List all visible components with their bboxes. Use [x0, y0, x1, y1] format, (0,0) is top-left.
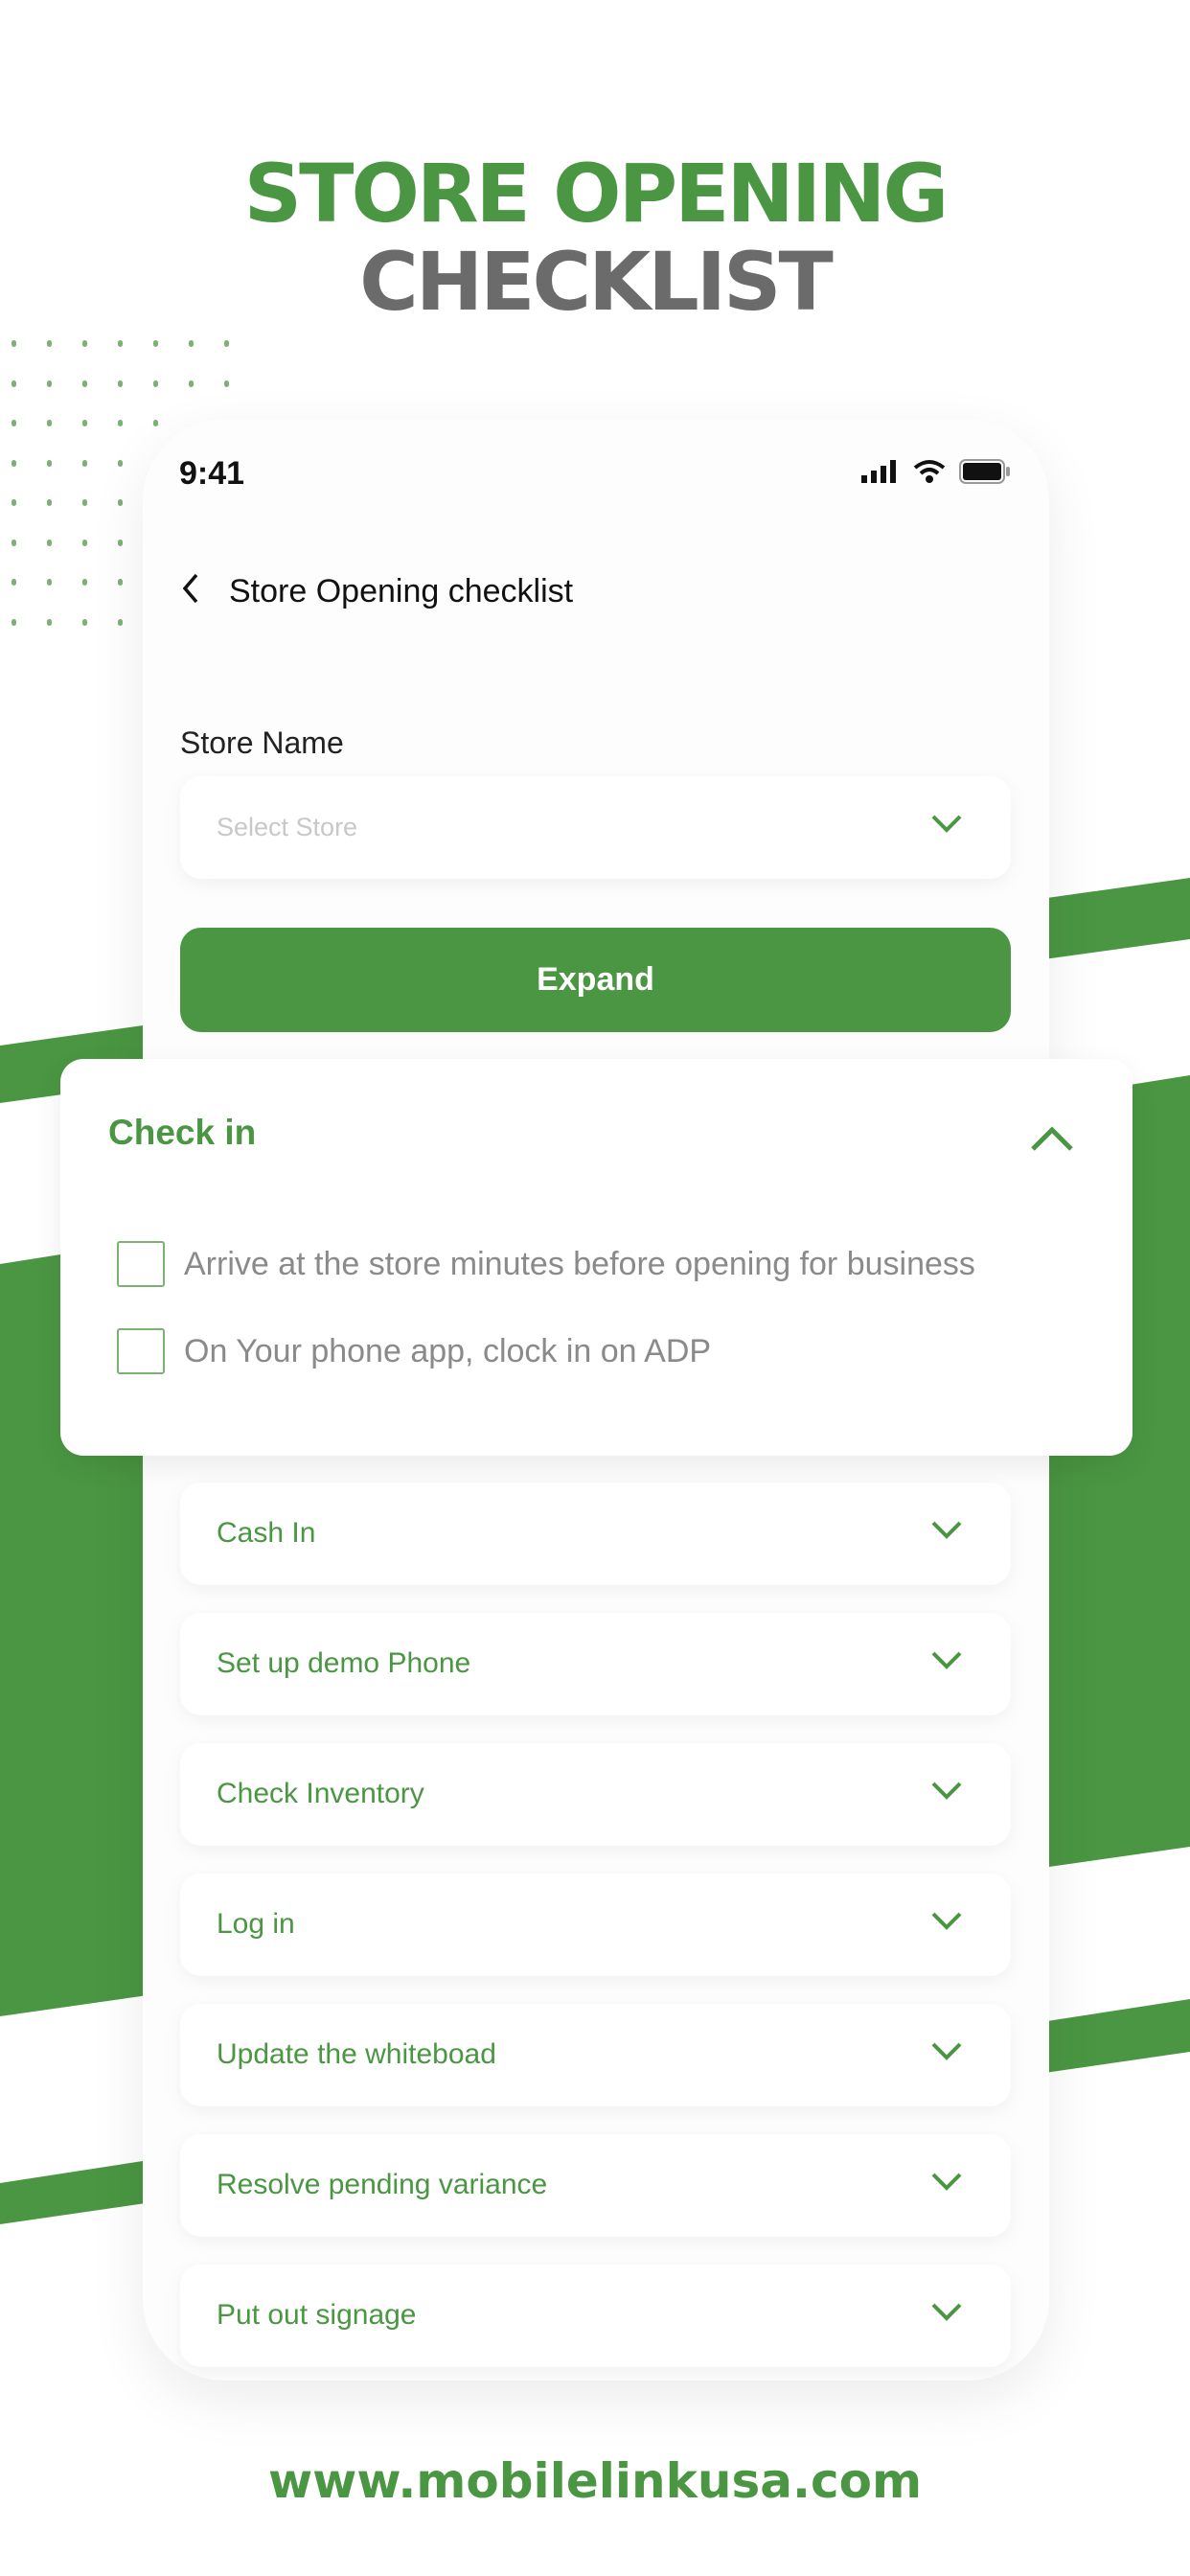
dot: [47, 579, 52, 586]
dot: [118, 420, 123, 426]
dot: [189, 380, 194, 387]
dot: [189, 340, 194, 347]
section-item[interactable]: Update the whiteboad: [180, 2004, 1011, 2106]
dot: [11, 618, 16, 626]
dot: [11, 539, 16, 546]
checkbox[interactable]: [117, 1328, 165, 1374]
section-item[interactable]: Put out signage: [180, 2265, 1011, 2367]
dot: [11, 499, 16, 506]
chevron-up-icon[interactable]: [1029, 1124, 1075, 1153]
signal-icon: [861, 460, 896, 483]
store-select-placeholder: Select Store: [217, 813, 358, 841]
footer-url[interactable]: www.mobilelinkusa.com: [0, 2453, 1190, 2509]
section-label: Check Inventory: [217, 1778, 424, 1809]
dot: [82, 579, 87, 586]
dot: [11, 459, 16, 467]
headline-line1: STORE OPENING: [243, 147, 950, 241]
section-item[interactable]: Log in: [180, 1874, 1011, 1976]
dot: [11, 579, 16, 586]
check-in-header[interactable]: Check in: [108, 1113, 256, 1153]
checklist-item-label: Arrive at the store minutes before openi…: [184, 1245, 975, 1282]
section-label: Update the whiteboad: [217, 2038, 496, 2070]
dot: [47, 380, 52, 387]
dot: [82, 340, 87, 347]
dot: [224, 340, 229, 347]
dot: [11, 380, 16, 387]
dot: [153, 380, 158, 387]
dot: [118, 340, 123, 347]
dot: [82, 539, 87, 546]
dot: [82, 380, 87, 387]
chevron-down-icon: [931, 1521, 962, 1539]
status-time: 9:41: [179, 455, 245, 492]
chevron-down-icon: [931, 2173, 962, 2191]
store-name-label: Store Name: [180, 725, 344, 760]
dot: [118, 459, 123, 467]
dot: [224, 380, 229, 387]
expand-button[interactable]: Expand: [180, 928, 1011, 1032]
nav-bar: Store Opening checklist: [181, 572, 573, 611]
section-label: Put out signage: [217, 2299, 417, 2331]
dot: [153, 420, 158, 426]
back-button[interactable]: [181, 572, 200, 611]
chevron-left-icon: [182, 573, 198, 604]
checklist-item: Arrive at the store minutes before openi…: [117, 1241, 975, 1287]
dot: [118, 380, 123, 387]
section-item[interactable]: Resolve pending variance: [180, 2134, 1011, 2237]
chevron-down-icon: [931, 2303, 962, 2321]
dot: [11, 420, 16, 426]
page-title: Store Opening checklist: [229, 573, 574, 610]
store-select[interactable]: Select Store: [180, 776, 1011, 879]
dot: [47, 499, 52, 506]
section-label: Resolve pending variance: [217, 2169, 548, 2200]
dot: [82, 618, 87, 626]
section-item[interactable]: Cash In: [180, 1483, 1011, 1585]
dot: [47, 618, 52, 626]
section-label: Cash In: [217, 1517, 316, 1549]
section-label: Log in: [217, 1908, 295, 1940]
chevron-down-icon: [931, 815, 962, 833]
dot: [118, 618, 123, 626]
dot: [153, 340, 158, 347]
dot: [82, 459, 87, 467]
chevron-down-icon: [931, 1651, 962, 1669]
dot: [118, 499, 123, 506]
chevron-down-icon: [931, 2042, 962, 2060]
dot: [47, 539, 52, 546]
wifi-icon: [913, 460, 946, 483]
dot: [11, 340, 16, 347]
chevron-down-icon: [931, 1912, 962, 1930]
checklist-item-label: On Your phone app, clock in on ADP: [184, 1332, 712, 1369]
checklist-item: On Your phone app, clock in on ADP: [117, 1328, 711, 1374]
dot: [82, 420, 87, 426]
section-item[interactable]: Set up demo Phone: [180, 1613, 1011, 1715]
dot: [47, 459, 52, 467]
chevron-down-icon: [931, 1782, 962, 1800]
status-icons: [861, 459, 1011, 484]
dot: [82, 499, 87, 506]
dot: [47, 340, 52, 347]
battery-icon: [959, 459, 1010, 484]
section-item[interactable]: Check Inventory: [180, 1743, 1011, 1846]
checkbox[interactable]: [117, 1241, 165, 1287]
dot: [47, 420, 52, 426]
dot: [118, 539, 123, 546]
dot: [118, 579, 123, 586]
section-label: Set up demo Phone: [217, 1647, 471, 1679]
check-in-panel: Check in Arrive at the store minutes bef…: [60, 1059, 1133, 1456]
headline-line2: CHECKLIST: [359, 235, 834, 329]
